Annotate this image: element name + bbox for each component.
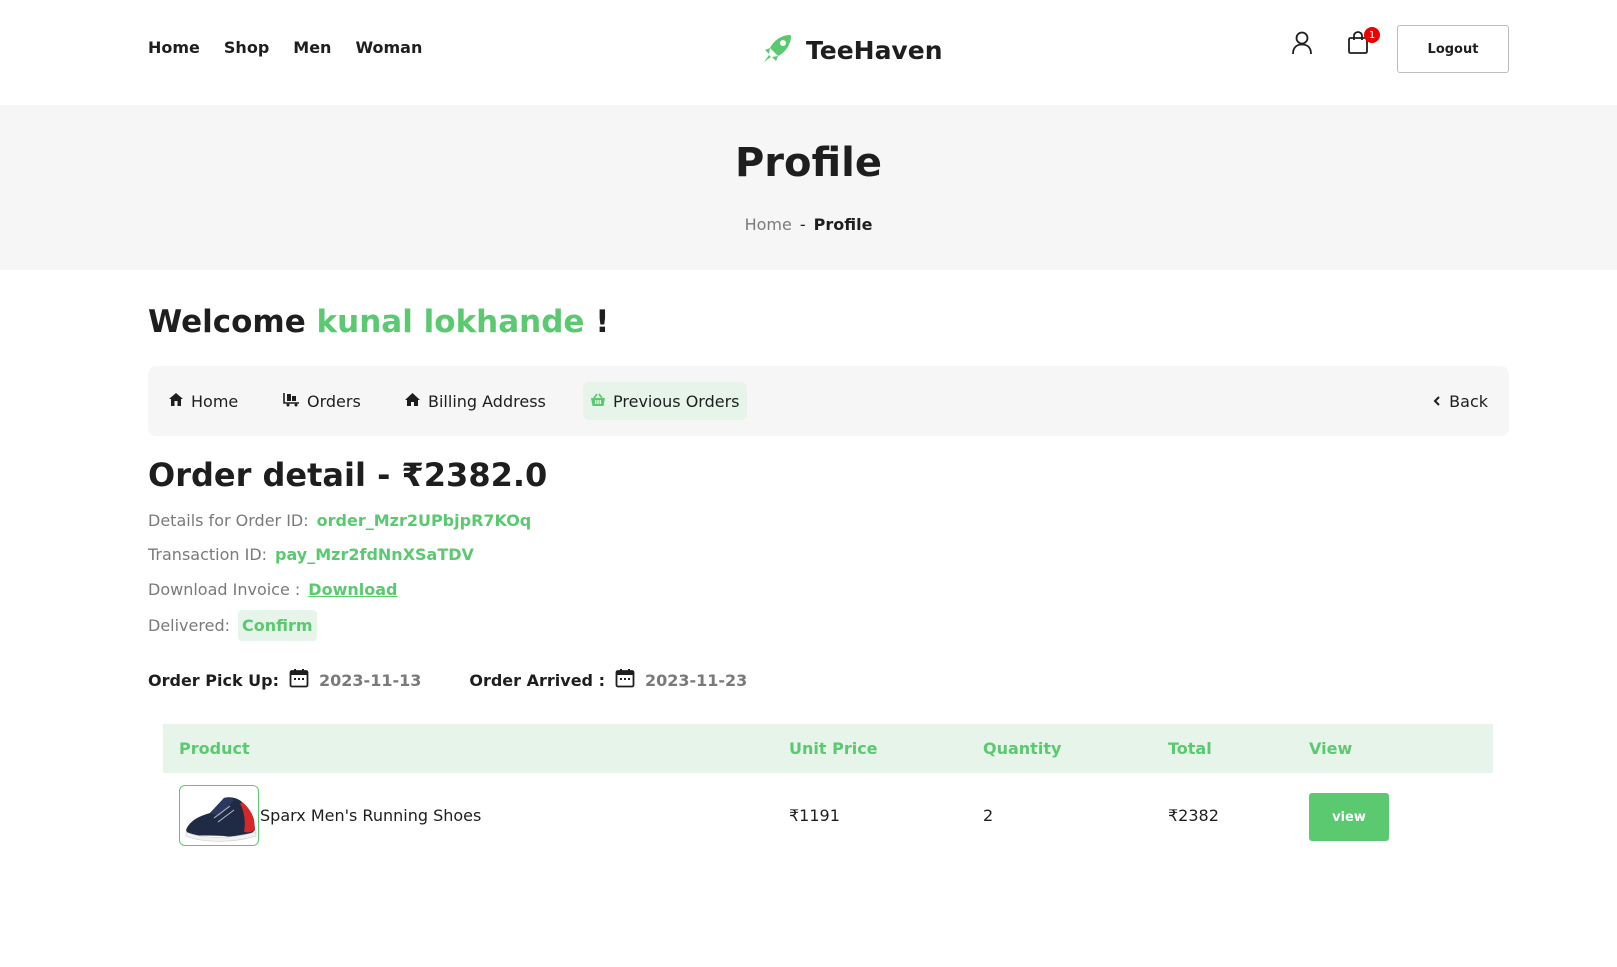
home-icon: [168, 392, 184, 411]
order-id-value: order_Mzr2UPbjpR7KOq: [316, 511, 532, 530]
user-icon: [1291, 31, 1313, 59]
header-unit-price: Unit Price: [789, 739, 878, 758]
table-row: Sparx Men's Running Shoes ₹1191 2 ₹2382 …: [163, 773, 1493, 859]
arrived-date-group: Order Arrived : 2023-11-23: [469, 668, 747, 692]
breadcrumb-home[interactable]: Home: [745, 215, 792, 234]
header-actions: 1: [1288, 27, 1380, 60]
delivered-row: Delivered: Confirm: [148, 610, 317, 641]
pickup-label: Order Pick Up:: [148, 670, 280, 690]
welcome-suffix: !: [595, 304, 610, 340]
delivered-label: Delivered:: [148, 616, 230, 635]
chevron-left-icon: [1432, 392, 1442, 411]
total-cell: ₹2382: [1168, 806, 1219, 825]
nav-home[interactable]: Home: [148, 38, 200, 57]
order-detail-title: Order detail - ₹2382.0: [148, 456, 548, 494]
profile-tabs: Home Orders Billing Address Previous Ord…: [148, 366, 1509, 436]
back-label: Back: [1449, 391, 1488, 411]
main-nav: Home Shop Men Woman: [148, 38, 422, 57]
welcome-heading: Welcome kunal lokhande !: [148, 304, 609, 340]
nav-men[interactable]: Men: [293, 38, 331, 57]
header-total: Total: [1168, 739, 1212, 758]
arrived-label: Order Arrived :: [469, 670, 605, 690]
calendar-icon: [289, 668, 309, 692]
header-view: View: [1309, 739, 1353, 758]
back-button[interactable]: Back: [1425, 382, 1495, 420]
order-id-label: Details for Order ID:: [148, 511, 309, 530]
transaction-id-row: Transaction ID: pay_Mzr2fdNnXSaTDV: [148, 545, 474, 564]
rocket-logo-icon: [760, 30, 796, 70]
tab-home-label: Home: [191, 391, 239, 411]
tab-previous-orders[interactable]: Previous Orders: [583, 382, 747, 420]
running-shoe-image: [185, 797, 257, 842]
product-name: Sparx Men's Running Shoes: [260, 806, 482, 825]
site-header: Home Shop Men Woman TeeHaven 1 Logout: [0, 0, 1617, 105]
download-invoice-link[interactable]: Download: [308, 580, 397, 599]
brand-logo[interactable]: TeeHaven: [760, 30, 943, 70]
tab-billing-address[interactable]: Billing Address: [397, 382, 553, 420]
orders-icon: [283, 392, 300, 411]
pickup-date: 2023-11-13: [319, 670, 422, 690]
tab-home[interactable]: Home: [161, 382, 245, 420]
pickup-date-group: Order Pick Up: 2023-11-13: [148, 668, 421, 692]
logout-button[interactable]: Logout: [1397, 25, 1509, 73]
quantity-cell: 2: [983, 806, 994, 825]
page-banner: Profile Home - Profile: [0, 105, 1617, 270]
brand-name: TeeHaven: [806, 35, 943, 65]
product-thumbnail[interactable]: [179, 785, 259, 846]
order-dates: Order Pick Up: 2023-11-13 Order Arrived …: [148, 668, 747, 692]
order-id-row: Details for Order ID: order_Mzr2UPbjpR7K…: [148, 511, 531, 530]
page-title: Profile: [734, 140, 882, 186]
cart-count-badge: 1: [1364, 27, 1380, 43]
nav-shop[interactable]: Shop: [224, 38, 269, 57]
welcome-username: kunal lokhande: [316, 304, 585, 340]
confirm-delivery-button[interactable]: Confirm: [237, 610, 317, 641]
cart-button[interactable]: 1: [1344, 27, 1380, 60]
transaction-id-value: pay_Mzr2fdNnXSaTDV: [275, 545, 474, 564]
arrived-date: 2023-11-23: [644, 670, 748, 690]
breadcrumb-current: Profile: [813, 215, 873, 234]
header-quantity: Quantity: [983, 739, 1062, 758]
view-product-button[interactable]: view: [1309, 793, 1389, 841]
breadcrumb-separator: -: [799, 215, 806, 234]
order-items-table: Product Unit Price Quantity Total View S…: [163, 724, 1493, 859]
welcome-prefix: Welcome: [148, 304, 306, 340]
user-account-button[interactable]: [1288, 30, 1316, 60]
basket-icon: [590, 392, 606, 411]
unit-price-cell: ₹1191: [789, 806, 840, 825]
table-header: Product Unit Price Quantity Total View: [163, 724, 1493, 773]
invoice-row: Download Invoice : Download: [148, 580, 397, 599]
tab-previous-orders-label: Previous Orders: [613, 391, 740, 411]
tab-billing-label: Billing Address: [428, 391, 546, 411]
tab-orders[interactable]: Orders: [276, 382, 368, 420]
invoice-label: Download Invoice :: [148, 580, 301, 599]
house-icon: [404, 392, 421, 411]
transaction-id-label: Transaction ID:: [148, 545, 268, 564]
header-product: Product: [179, 739, 250, 758]
tab-orders-label: Orders: [307, 391, 361, 411]
nav-woman[interactable]: Woman: [355, 38, 422, 57]
breadcrumb: Home - Profile: [0, 215, 1617, 234]
calendar-icon: [615, 668, 635, 692]
